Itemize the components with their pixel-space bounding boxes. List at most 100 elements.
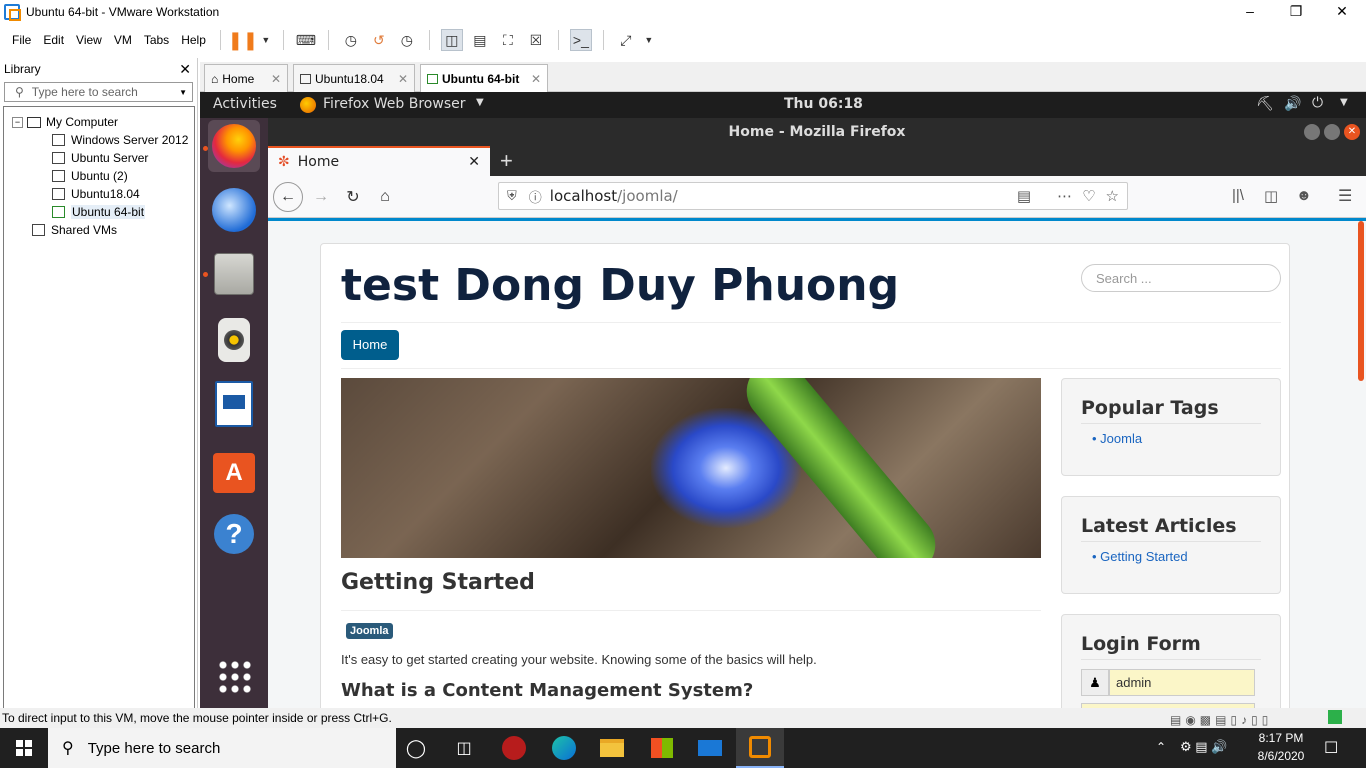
url-bar[interactable]: ⛨ ⓘ localhost /joomla/ ▤ ⋯ ♡ ☆ — [498, 182, 1128, 210]
tab-ubuntu18[interactable]: Ubuntu18.04 ✕ — [293, 64, 415, 92]
menu-tabs[interactable]: Tabs — [138, 33, 175, 47]
revert-snapshot-icon[interactable]: ↺ — [368, 29, 390, 51]
tab-home[interactable]: ⌂ Home ✕ — [204, 64, 288, 92]
mail-icon[interactable] — [686, 728, 734, 768]
windows-start-icon[interactable] — [0, 728, 48, 768]
stretch-guest-icon[interactable]: ⤢ — [615, 29, 637, 51]
pause-icon[interactable]: ❚❚ — [228, 29, 258, 51]
console-view-icon[interactable]: >_ — [569, 29, 592, 51]
menu-edit[interactable]: Edit — [37, 33, 70, 47]
maximize-button[interactable] — [1324, 124, 1340, 140]
taskbar-time[interactable]: 8:17 PM — [1258, 731, 1304, 745]
snapshot-icon[interactable]: ◷ — [340, 29, 362, 51]
info-icon[interactable]: ⓘ — [529, 187, 542, 206]
home-button[interactable]: ⌂ — [370, 182, 400, 212]
shield-icon[interactable]: ⛨ — [507, 189, 517, 204]
menu-vm[interactable]: VM — [108, 33, 138, 47]
edge-icon[interactable] — [540, 728, 588, 768]
dock-thunderbird[interactable] — [208, 184, 260, 236]
close-icon[interactable]: ✕ — [271, 72, 281, 86]
close-icon[interactable]: ✕ — [531, 72, 541, 86]
page-scrollbar[interactable] — [1358, 221, 1364, 381]
minimize-button[interactable] — [1304, 124, 1320, 140]
volume-icon[interactable]: 🔊 — [1284, 96, 1301, 112]
article-link[interactable]: • Getting Started — [1092, 549, 1188, 564]
dock-show-applications[interactable] — [208, 650, 260, 702]
tag-link[interactable]: • Joomla — [1092, 431, 1142, 446]
bookmark-star-icon[interactable]: ☆ — [1106, 187, 1119, 205]
close-button[interactable]: ✕ — [1319, 0, 1365, 24]
dock-software[interactable]: A — [208, 444, 260, 496]
username-input[interactable]: admin — [1109, 669, 1255, 696]
vmware-taskbar-icon[interactable] — [736, 728, 784, 768]
library-icon[interactable]: ||\ — [1232, 187, 1244, 204]
vm-console[interactable]: Activities Firefox Web Browser ▼ Thu 06:… — [200, 92, 1366, 708]
tree-item-vm[interactable]: Ubuntu18.04 — [4, 185, 194, 203]
network-icon[interactable]: ⛏ — [1256, 96, 1274, 112]
taskbar-date[interactable]: 8/6/2020 — [1256, 749, 1306, 763]
article-title[interactable]: Getting Started — [341, 570, 535, 595]
site-title[interactable]: test Dong Duy Phuong — [341, 260, 899, 311]
chevron-down-icon[interactable]: ▼ — [1340, 97, 1348, 108]
cortana-icon[interactable]: ◯ — [392, 728, 440, 768]
close-icon[interactable]: ✕ — [468, 154, 480, 170]
tree-item-vm-running[interactable]: Ubuntu 64-bit — [4, 203, 194, 221]
new-tab-button[interactable]: + — [500, 148, 513, 174]
sidebar-icon[interactable]: ◫ — [1264, 187, 1278, 205]
tray-chevron-icon[interactable]: ⌃ — [1156, 740, 1166, 754]
maximize-button[interactable]: ❐ — [1273, 0, 1319, 24]
activities-button[interactable]: Activities — [213, 96, 277, 112]
tree-item-vm[interactable]: Ubuntu (2) — [4, 167, 194, 185]
snapshot-manager-icon[interactable]: ◷ — [396, 29, 418, 51]
tag-badge[interactable]: Joomla — [346, 623, 393, 639]
chevron-down-icon[interactable]: ▼ — [643, 29, 655, 51]
firefox-tab-home[interactable]: ✼ Home ✕ — [268, 146, 490, 176]
file-explorer-icon[interactable] — [588, 728, 636, 768]
tree-item-vm[interactable]: Windows Server 2012 — [4, 131, 194, 149]
account-icon[interactable]: ☻ — [1296, 187, 1312, 204]
collapse-icon[interactable]: − — [12, 116, 23, 128]
menu-view[interactable]: View — [70, 33, 108, 47]
minimize-button[interactable]: – — [1227, 0, 1273, 24]
nav-home-button[interactable]: Home — [341, 330, 399, 360]
dock-libreoffice-writer[interactable] — [208, 378, 260, 430]
menu-file[interactable]: File — [6, 33, 37, 47]
menu-help[interactable]: Help — [175, 33, 212, 47]
dock-help[interactable]: ? — [208, 508, 260, 560]
app-menu[interactable]: Firefox Web Browser — [323, 96, 466, 112]
unity-icon[interactable]: ☒ — [525, 29, 547, 51]
dock-firefox[interactable] — [208, 120, 260, 172]
game-app-icon[interactable] — [490, 728, 538, 768]
close-icon[interactable]: ✕ — [398, 72, 408, 86]
power-icon[interactable]: ⏻ — [1312, 95, 1323, 111]
pocket-icon[interactable]: ♡ — [1082, 187, 1095, 205]
message-log-icon[interactable] — [1328, 710, 1342, 724]
notifications-icon[interactable]: ☐ — [1324, 738, 1338, 758]
tree-item-my-computer[interactable]: − My Computer — [4, 113, 194, 131]
dock-files[interactable] — [208, 248, 260, 300]
clock[interactable]: Thu 06:18 — [784, 96, 863, 112]
store-icon[interactable] — [638, 728, 686, 768]
send-ctrl-alt-del-icon[interactable]: ⌨ — [295, 29, 317, 51]
tree-item-shared-vms[interactable]: Shared VMs — [4, 221, 194, 239]
library-search-input[interactable]: ⚲ Type here to search ▼ — [4, 82, 193, 102]
tree-item-vm[interactable]: Ubuntu Server — [4, 149, 194, 167]
tab-ubuntu-64[interactable]: Ubuntu 64-bit ✕ — [420, 64, 548, 92]
close-button[interactable]: ✕ — [1344, 124, 1360, 140]
dock-rhythmbox[interactable] — [208, 314, 260, 366]
site-search-input[interactable]: Search ... — [1081, 264, 1281, 292]
page-actions-icon[interactable]: ⋯ — [1057, 187, 1072, 205]
back-button[interactable]: ← — [273, 182, 303, 212]
full-screen-icon[interactable]: ⛶ — [497, 29, 519, 51]
thumbnail-bar-icon[interactable]: ▤ — [469, 29, 491, 51]
reader-view-icon[interactable]: ▤ — [1017, 187, 1031, 205]
menu-icon[interactable]: ☰ — [1338, 186, 1352, 206]
show-library-icon[interactable]: ◫ — [440, 29, 463, 51]
tray-icons[interactable]: ⚙ ▤ 🔊 — [1180, 739, 1227, 755]
chevron-down-icon[interactable]: ▼ — [260, 29, 272, 51]
reload-button[interactable]: ↻ — [338, 182, 368, 212]
chevron-down-icon[interactable]: ▼ — [179, 88, 187, 97]
taskbar-search-input[interactable]: ⚲ Type here to search — [48, 728, 396, 768]
device-icons[interactable]: ▤◉▩▤▯♪▯▯ — [1170, 710, 1272, 730]
task-view-icon[interactable]: ◫ — [440, 728, 488, 768]
